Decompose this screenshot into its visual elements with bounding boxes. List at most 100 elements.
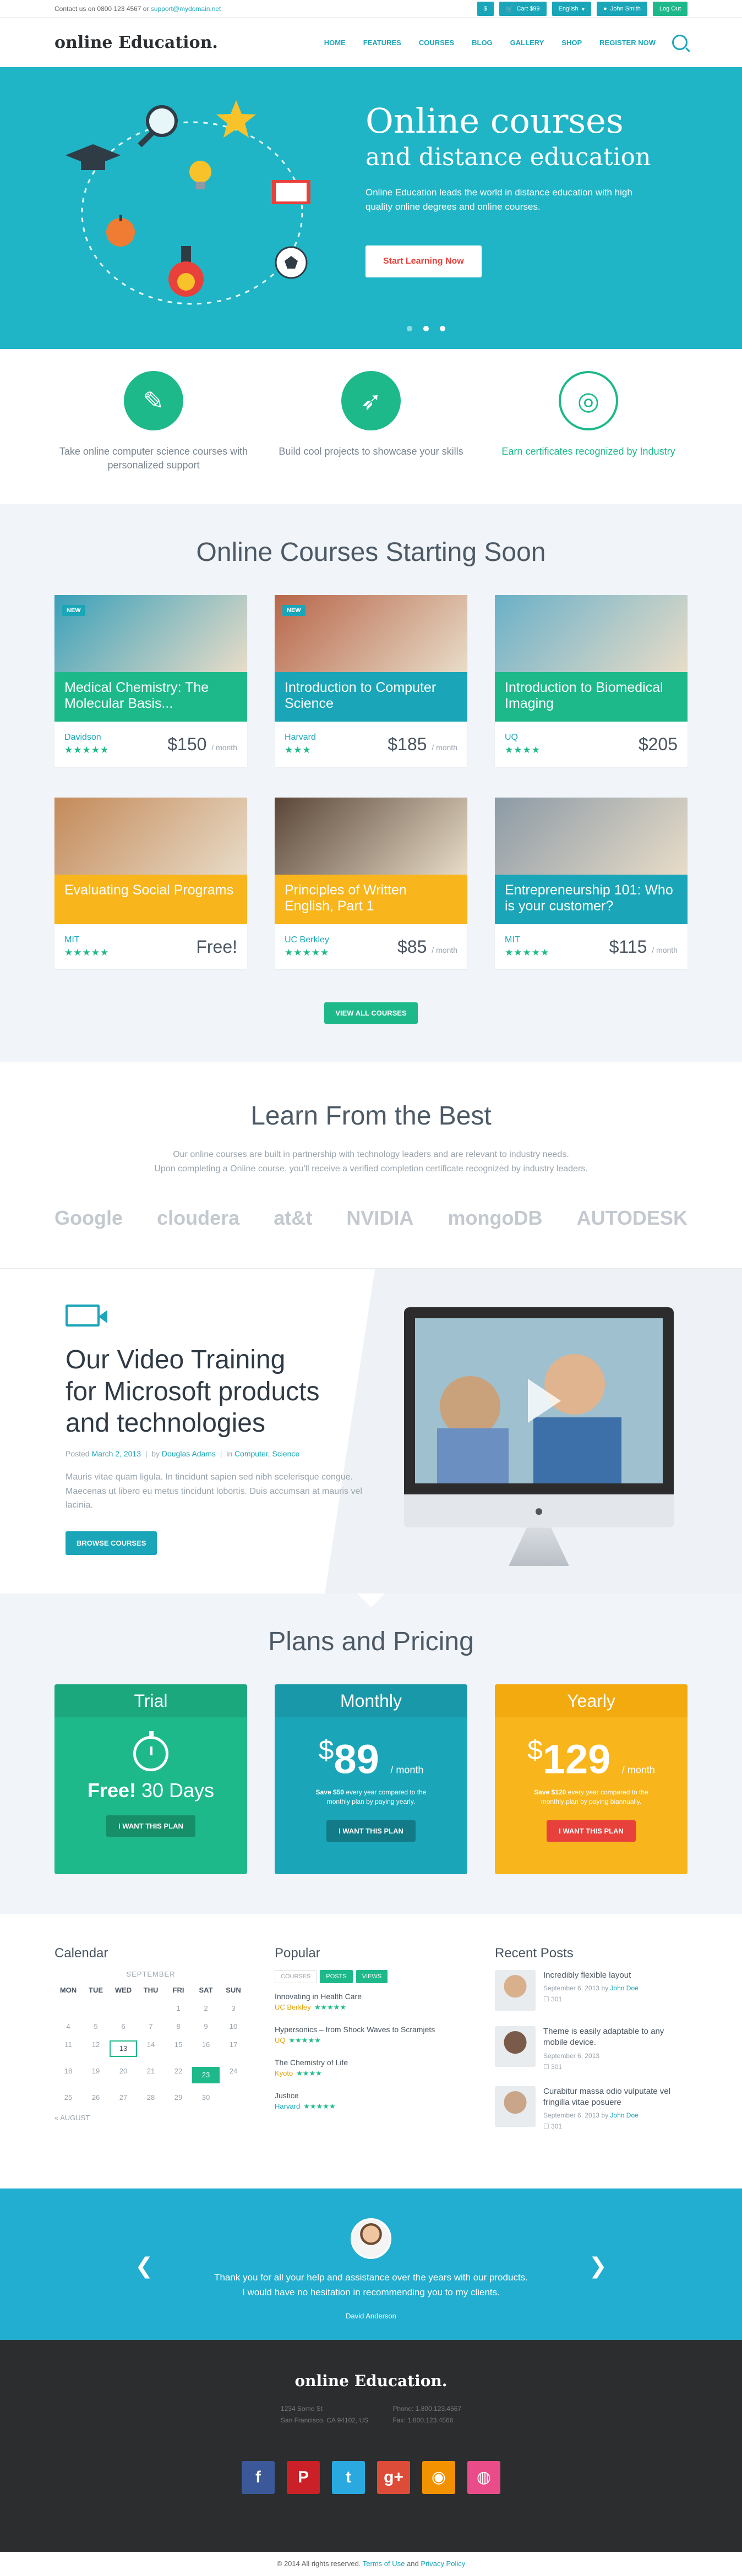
course-title[interactable]: Principles of Written English, Part 1 xyxy=(275,875,467,924)
site-logo[interactable]: online Education. xyxy=(54,33,218,52)
calendar-date[interactable]: 12 xyxy=(82,2040,110,2057)
post-thumbnail[interactable] xyxy=(495,1970,536,2011)
popular-item-title[interactable]: Hypersonics – from Shock Waves to Scramj… xyxy=(275,2025,467,2034)
calendar-date[interactable]: 22 xyxy=(165,2067,192,2083)
course-title[interactable]: Medical Chemistry: The Molecular Basis..… xyxy=(54,672,247,722)
calendar-date[interactable]: 17 xyxy=(220,2040,247,2057)
post-author-link[interactable]: John Doe xyxy=(610,2111,638,2119)
calendar-date[interactable]: 23 xyxy=(192,2067,220,2084)
calendar-date[interactable]: 9 xyxy=(192,2022,220,2031)
popular-item-title[interactable]: The Chemistry of Life xyxy=(275,2058,467,2067)
slider-dot[interactable] xyxy=(407,326,412,331)
nav-item-blog[interactable]: BLOG xyxy=(472,39,493,47)
course-university[interactable]: Davidson xyxy=(64,733,109,743)
calendar-date[interactable]: 29 xyxy=(165,2093,192,2102)
dribbble-icon[interactable]: ◍ xyxy=(467,2460,500,2494)
calendar-date[interactable]: 27 xyxy=(110,2093,137,2102)
choose-plan-button[interactable]: I WANT THIS PLAN xyxy=(547,1820,636,1842)
course-card[interactable]: NEW Medical Chemistry: The Molecular Basi… xyxy=(54,595,247,767)
video-player[interactable] xyxy=(415,1318,663,1484)
course-title[interactable]: Introduction to Computer Science xyxy=(275,672,467,722)
privacy-link[interactable]: Privacy Policy xyxy=(421,2559,465,2568)
tab-courses[interactable]: COURSES xyxy=(275,1970,317,1984)
calendar-date[interactable]: 28 xyxy=(137,2093,165,2102)
support-email-link[interactable]: support@mydomain.net xyxy=(151,5,221,13)
calendar-date[interactable]: 5 xyxy=(82,2022,110,2031)
course-title[interactable]: Entrepreneurship 101: Who is your custom… xyxy=(495,875,688,924)
calendar-date[interactable]: 1 xyxy=(165,2004,192,2012)
author-link[interactable]: Douglas Adams xyxy=(162,1449,216,1458)
course-title[interactable]: Introduction to Biomedical Imaging xyxy=(495,672,688,722)
tab-posts[interactable]: POSTS xyxy=(320,1970,353,1984)
calendar-date[interactable]: 21 xyxy=(137,2067,165,2083)
post-author-link[interactable]: John Doe xyxy=(610,1984,638,1992)
facebook-icon[interactable]: f xyxy=(242,2460,275,2494)
nav-item-gallery[interactable]: GALLERY xyxy=(510,39,544,47)
logout-button[interactable]: Log Out xyxy=(652,2,688,16)
post-thumbnail[interactable] xyxy=(495,2026,536,2067)
nav-item-shop[interactable]: SHOP xyxy=(561,39,582,47)
previous-month-link[interactable]: « AUGUST xyxy=(54,2114,247,2122)
calendar-date[interactable]: 2 xyxy=(192,2004,220,2012)
post-thumbnail[interactable] xyxy=(495,2086,536,2127)
nav-item-features[interactable]: FEATURES xyxy=(363,39,401,47)
tab-views[interactable]: VIEWS xyxy=(356,1970,388,1984)
calendar-date[interactable]: 11 xyxy=(54,2040,82,2057)
course-card[interactable]: NEW Introduction to Computer Science Harva… xyxy=(275,595,467,767)
calendar-date[interactable]: 24 xyxy=(220,2067,247,2083)
choose-plan-button[interactable]: I WANT THIS PLAN xyxy=(326,1820,416,1842)
rss-icon[interactable]: ◉ xyxy=(422,2460,455,2494)
calendar-date[interactable]: 14 xyxy=(137,2040,165,2057)
course-university[interactable]: MIT xyxy=(505,935,549,945)
currency-dropdown[interactable]: $ xyxy=(477,2,494,16)
calendar-date[interactable]: 4 xyxy=(54,2022,82,2031)
calendar-date[interactable]: 19 xyxy=(82,2067,110,2083)
nav-item-home[interactable]: HOME xyxy=(324,39,346,47)
course-title[interactable]: Evaluating Social Programs xyxy=(54,875,247,924)
calendar-date[interactable]: 15 xyxy=(165,2040,192,2057)
course-card[interactable]: Introduction to Biomedical Imaging UQ ★★★★… xyxy=(495,595,688,767)
twitter-icon[interactable]: t xyxy=(332,2460,365,2494)
post-date-link[interactable]: March 2, 2013 xyxy=(91,1449,141,1458)
slider-dot[interactable] xyxy=(423,326,429,331)
calendar-date[interactable]: 20 xyxy=(110,2067,137,2083)
calendar-date[interactable]: 18 xyxy=(54,2067,82,2083)
nav-item-register-now[interactable]: REGISTER NOW xyxy=(599,39,656,47)
user-menu[interactable]: ● John Smith xyxy=(597,2,647,16)
calendar-date[interactable]: 8 xyxy=(165,2022,192,2031)
popular-item-title[interactable]: Justice xyxy=(275,2091,467,2100)
googleplus-icon[interactable]: g+ xyxy=(377,2460,410,2494)
calendar-date[interactable]: 10 xyxy=(220,2022,247,2031)
view-all-courses-button[interactable]: VIEW ALL COURSES xyxy=(324,1002,418,1024)
post-title[interactable]: Curabitur massa odio vulputate vel fring… xyxy=(543,2086,688,2109)
language-dropdown[interactable]: English ▾ xyxy=(552,2,592,16)
slider-dot[interactable] xyxy=(440,326,445,331)
pinterest-icon[interactable]: P xyxy=(287,2460,320,2494)
start-learning-button[interactable]: Start Learning Now xyxy=(365,245,482,277)
popular-item-title[interactable]: Innovating in Health Care xyxy=(275,1992,467,2001)
post-title[interactable]: Incredibly flexible layout xyxy=(543,1970,639,1981)
search-icon[interactable] xyxy=(672,35,688,50)
course-card[interactable]: Entrepreneurship 101: Who is your custom… xyxy=(495,798,688,969)
calendar-date[interactable]: 26 xyxy=(82,2093,110,2102)
calendar-date[interactable]: 30 xyxy=(192,2093,220,2102)
course-university[interactable]: UC Berkley xyxy=(285,935,329,945)
course-card[interactable]: Principles of Written English, Part 1 UC … xyxy=(275,798,467,969)
calendar-date[interactable]: 7 xyxy=(137,2022,165,2031)
nav-item-courses[interactable]: COURSES xyxy=(419,39,454,47)
cart-button[interactable]: 🛒 Cart $99 xyxy=(499,2,547,16)
choose-plan-button[interactable]: I WANT THIS PLAN xyxy=(106,1815,195,1837)
calendar-date[interactable]: 16 xyxy=(192,2040,220,2057)
course-card[interactable]: Evaluating Social Programs MIT ★★★★★ Free! xyxy=(54,798,247,969)
terms-link[interactable]: Terms of Use xyxy=(363,2559,405,2568)
browse-courses-button[interactable]: BROWSE COURSES xyxy=(66,1531,157,1555)
course-university[interactable]: UQ xyxy=(505,733,541,743)
course-university[interactable]: MIT xyxy=(64,935,109,945)
course-university[interactable]: Harvard xyxy=(285,733,316,743)
calendar-date[interactable]: 13 xyxy=(110,2040,137,2057)
calendar-date[interactable]: 6 xyxy=(110,2022,137,2031)
calendar-date[interactable]: 3 xyxy=(220,2004,247,2012)
post-title[interactable]: Theme is easily adaptable to any mobile … xyxy=(543,2026,688,2049)
calendar-date[interactable]: 25 xyxy=(54,2093,82,2102)
category-link[interactable]: Computer, Science xyxy=(234,1449,299,1458)
